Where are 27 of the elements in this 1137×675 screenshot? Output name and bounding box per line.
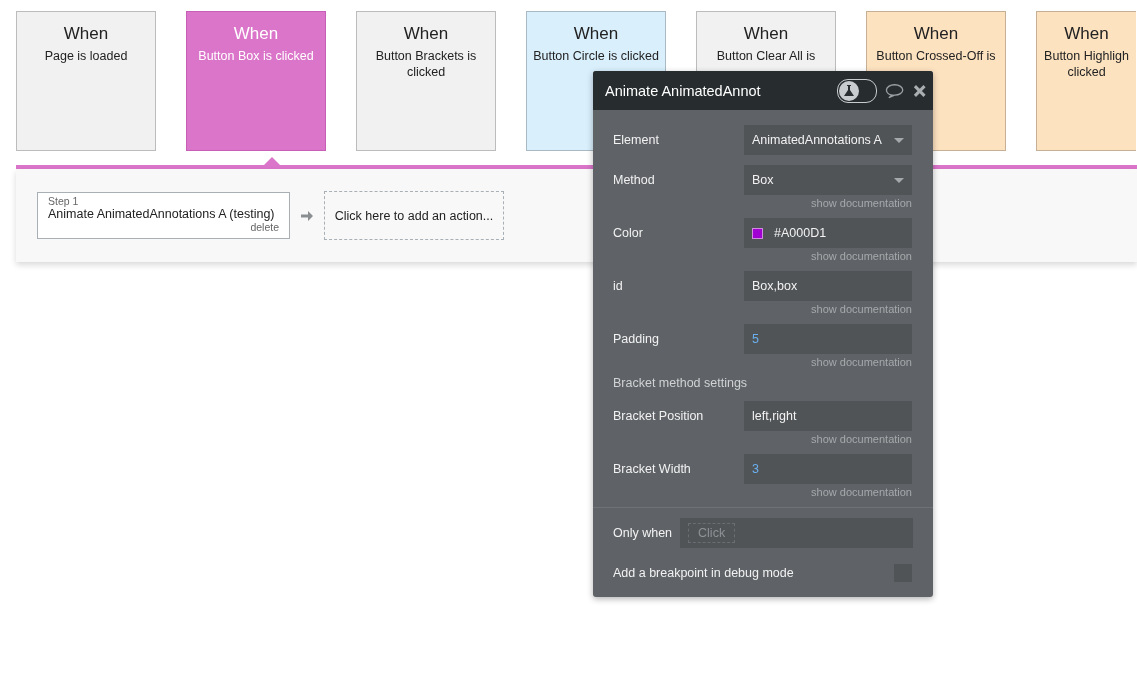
field-label: id — [613, 279, 623, 293]
panel-title: Animate AnimatedAnnot — [605, 82, 762, 99]
checkbox-label: Add a breakpoint in debug mode — [613, 566, 794, 580]
section-heading: Bracket method settings — [613, 376, 749, 390]
event-description: Button Box is clicked — [197, 48, 315, 64]
event-title: When — [402, 24, 450, 44]
field-label: Bracket Position — [613, 409, 704, 423]
field-label: Color — [613, 226, 643, 240]
field-label: Element — [613, 133, 659, 147]
action-title: Animate AnimatedAnnotations A (testing) — [48, 207, 276, 221]
event-description: Button Highligh clicked — [1043, 48, 1130, 80]
event-title: When — [742, 24, 790, 44]
field-label: Only when — [613, 526, 673, 540]
event-title: When — [232, 24, 280, 44]
field-label: Method — [613, 173, 655, 187]
event-title: When — [912, 24, 960, 44]
event-title: When — [572, 24, 620, 44]
event-title: When — [1063, 24, 1110, 44]
event-description: Button Crossed-Off is — [875, 48, 997, 64]
event-description: Button Brackets is clicked — [374, 48, 478, 80]
step-label: Step 1 — [48, 195, 80, 207]
event-description: Page is loaded — [43, 48, 129, 64]
field-label: Bracket Width — [613, 462, 691, 476]
event-description: Button Clear All is — [715, 48, 817, 64]
field-label: Padding — [613, 332, 659, 346]
event-title: When — [62, 24, 110, 44]
event-description: Button Circle is clicked — [532, 48, 660, 64]
